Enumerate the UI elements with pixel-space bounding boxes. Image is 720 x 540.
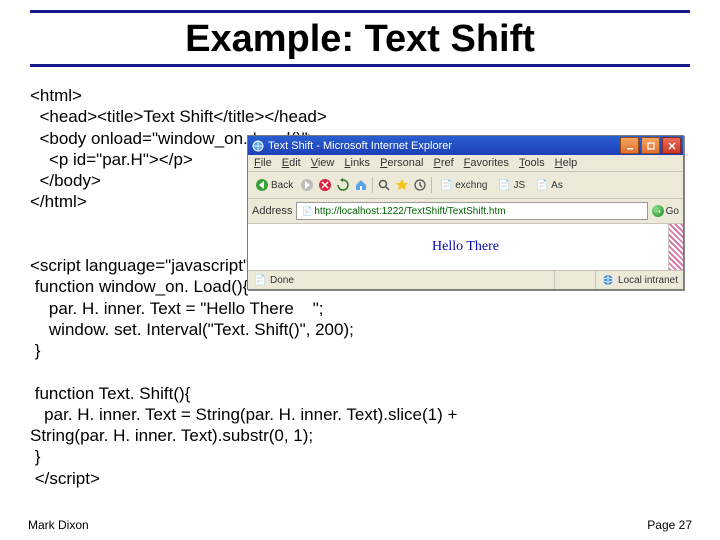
ie-icon <box>252 140 264 152</box>
go-button[interactable]: ➝ Go <box>652 205 679 217</box>
page-icon: 📄 <box>300 204 314 218</box>
page-icon: 📄 <box>497 178 511 192</box>
address-value: http://localhost:1222/TextShift/TextShif… <box>314 206 505 217</box>
back-label: Back <box>271 180 293 191</box>
title-rule-top <box>30 10 690 13</box>
forward-arrow-icon[interactable] <box>300 178 314 192</box>
link-exchange[interactable]: 📄 exchng <box>436 177 490 193</box>
menu-view[interactable]: View <box>311 157 335 169</box>
toolbar-separator-2 <box>431 177 432 193</box>
menu-personal[interactable]: Personal <box>380 157 423 169</box>
address-input[interactable]: 📄 http://localhost:1222/TextShift/TextSh… <box>296 202 647 220</box>
favorites-icon[interactable] <box>395 178 409 192</box>
status-right: Local intranet <box>596 271 683 289</box>
menu-pref[interactable]: Pref <box>433 157 453 169</box>
footer-author: Mark Dixon <box>28 518 89 532</box>
page-icon: 📄 <box>535 178 549 192</box>
browser-titlebar: Text Shift - Microsoft Internet Explorer <box>248 136 683 155</box>
link-js-label: JS <box>513 180 525 191</box>
status-done-label: Done <box>270 275 294 286</box>
back-arrow-icon <box>255 178 269 192</box>
done-icon: 📄 <box>253 273 267 287</box>
browser-menubar: File Edit View Links Personal Pref Favor… <box>248 155 683 172</box>
status-left: 📄 Done <box>248 271 555 289</box>
status-zone-label: Local intranet <box>618 275 678 286</box>
browser-viewport: Hello There <box>248 224 683 271</box>
browser-statusbar: 📄 Done Local intranet <box>248 271 683 289</box>
link-exchange-label: exchng <box>455 180 487 191</box>
status-spacer <box>555 271 596 289</box>
menu-favorites[interactable]: Favorites <box>464 157 509 169</box>
address-bar: Address 📄 http://localhost:1222/TextShif… <box>248 199 683 224</box>
menu-file[interactable]: File <box>254 157 272 169</box>
go-label: Go <box>666 206 679 217</box>
search-icon[interactable] <box>377 178 391 192</box>
footer-page: Page 27 <box>647 518 692 532</box>
code-block-script: <script language="javascript"> function … <box>30 255 457 489</box>
slide-title: Example: Text Shift <box>0 18 720 61</box>
close-button[interactable] <box>662 137 681 154</box>
menu-edit[interactable]: Edit <box>282 157 301 169</box>
history-icon[interactable] <box>413 178 427 192</box>
browser-window: Text Shift - Microsoft Internet Explorer… <box>247 135 684 290</box>
minimize-button[interactable] <box>620 137 639 154</box>
address-label: Address <box>252 205 292 217</box>
menu-help[interactable]: Help <box>555 157 578 169</box>
link-as-label: As <box>551 180 563 191</box>
refresh-icon[interactable] <box>336 178 350 192</box>
go-arrow-icon: ➝ <box>652 205 664 217</box>
menu-links[interactable]: Links <box>344 157 370 169</box>
title-rule-bottom <box>30 64 690 67</box>
page-icon: 📄 <box>439 178 453 192</box>
zone-icon <box>601 273 615 287</box>
browser-toolbar: Back <box>248 172 683 199</box>
page-text: Hello There <box>432 239 499 255</box>
transparency-hatch <box>668 224 683 270</box>
home-icon[interactable] <box>354 178 368 192</box>
link-as[interactable]: 📄 As <box>532 177 566 193</box>
link-js[interactable]: 📄 JS <box>494 177 528 193</box>
stop-icon[interactable] <box>318 178 332 192</box>
back-button[interactable]: Back <box>252 177 296 193</box>
menu-tools[interactable]: Tools <box>519 157 545 169</box>
maximize-button[interactable] <box>641 137 660 154</box>
toolbar-separator <box>372 177 373 193</box>
browser-title-text: Text Shift - Microsoft Internet Explorer <box>268 140 620 152</box>
